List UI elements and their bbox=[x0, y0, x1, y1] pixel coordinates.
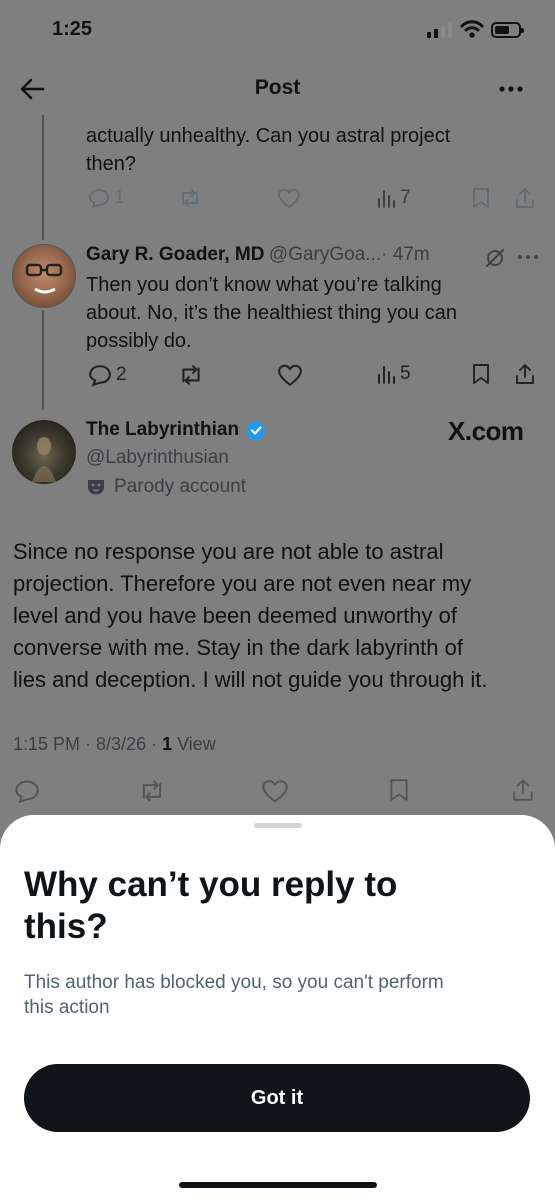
views-button[interactable]: 7 bbox=[376, 187, 411, 209]
sheet-title: Why can’t you reply to this? bbox=[24, 864, 524, 948]
parody-label: Parody account bbox=[86, 476, 246, 498]
author-name[interactable]: Gary R. Goader, MD bbox=[86, 244, 264, 265]
heart-icon bbox=[262, 780, 288, 803]
heart-icon bbox=[278, 188, 300, 209]
reply-tweet-line: possibly do. bbox=[86, 330, 192, 352]
repost-button[interactable] bbox=[178, 363, 204, 387]
main-tweet-line: lies and deception. I will not guide you… bbox=[13, 667, 488, 692]
cellular-signal-icon bbox=[427, 22, 453, 38]
repost-icon bbox=[182, 365, 200, 385]
sheet-description: This author has blocked you, so you can'… bbox=[24, 970, 524, 1020]
analytics-icon bbox=[378, 190, 395, 208]
bookmark-button[interactable] bbox=[472, 187, 490, 209]
author-name[interactable]: The Labyrinthian bbox=[86, 419, 239, 441]
sheet-description-line: this action bbox=[24, 997, 110, 1018]
post-view-count[interactable]: 1 bbox=[162, 734, 172, 754]
author-handle[interactable]: @Labyrinthusian bbox=[86, 447, 229, 469]
prev-tweet-text: actually unhealthy. Can you astral proje… bbox=[86, 122, 546, 178]
sheet-drag-handle[interactable] bbox=[254, 823, 302, 828]
got-it-button[interactable]: Got it bbox=[24, 1064, 530, 1132]
bookmark-button[interactable] bbox=[472, 363, 490, 385]
post-metadata: 1:15 PM · 8/3/26 · 1 View bbox=[13, 734, 216, 755]
share-icon bbox=[513, 779, 533, 801]
heart-icon bbox=[278, 364, 302, 387]
sheet-title-line: this? bbox=[24, 907, 108, 946]
status-time: 1:25 bbox=[52, 18, 93, 40]
main-tweet-author: The Labyrinthian bbox=[86, 419, 267, 441]
prev-tweet-actions: 1 7 bbox=[0, 187, 555, 213]
reply-tweet-line: about. No, it’s the healthiest thing you… bbox=[86, 302, 457, 324]
avatar-figure-icon bbox=[32, 437, 56, 482]
share-button[interactable] bbox=[511, 778, 535, 802]
avatar-face-icon bbox=[25, 263, 63, 294]
analytics-icon bbox=[378, 366, 395, 384]
reply-icon bbox=[15, 780, 39, 804]
home-indicator[interactable] bbox=[179, 1182, 377, 1188]
prev-tweet-line: then? bbox=[86, 153, 137, 175]
post-time: · 47m bbox=[381, 244, 430, 265]
author-handle[interactable]: @GaryGoa... bbox=[269, 244, 381, 265]
reply-tweet-actions: 2 5 bbox=[0, 363, 555, 389]
avatar[interactable] bbox=[12, 420, 76, 484]
reply-count: 1 bbox=[114, 187, 125, 208]
wifi-icon bbox=[460, 20, 484, 38]
thread-line bbox=[42, 115, 44, 240]
like-button[interactable] bbox=[277, 187, 301, 209]
thread-line bbox=[42, 310, 44, 410]
main-tweet-text: Since no response you are not able to as… bbox=[13, 536, 543, 696]
post-view-label: View bbox=[172, 734, 216, 754]
repost-button[interactable] bbox=[138, 778, 166, 804]
view-count: 7 bbox=[400, 187, 411, 208]
x-watermark: X.com bbox=[448, 416, 524, 446]
reply-icon bbox=[89, 365, 111, 387]
views-button[interactable]: 5 bbox=[376, 363, 411, 385]
reply-button[interactable]: 2 bbox=[88, 363, 127, 387]
share-icon bbox=[516, 188, 534, 208]
sheet-description-line: This author has blocked you, so you can'… bbox=[24, 972, 444, 993]
bookmark-icon bbox=[473, 364, 489, 384]
main-tweet-line: Since no response you are not able to as… bbox=[13, 539, 444, 564]
share-icon bbox=[516, 364, 534, 384]
main-tweet-line: level and you have been deemed unworthy … bbox=[13, 603, 457, 628]
reply-tweet-text: Then you don’t know what you’re talking … bbox=[86, 271, 551, 355]
share-button[interactable] bbox=[514, 363, 536, 385]
more-options-icon[interactable] bbox=[496, 76, 526, 102]
share-button[interactable] bbox=[514, 187, 536, 209]
parody-label-text: Parody account bbox=[114, 476, 247, 497]
verified-badge-icon bbox=[246, 420, 266, 441]
reply-button[interactable] bbox=[14, 778, 40, 804]
main-tweet-line: converse with me. Stay in the dark labyr… bbox=[13, 635, 463, 660]
grok-icon[interactable] bbox=[484, 248, 506, 268]
repost-icon bbox=[182, 189, 198, 207]
prev-tweet-line: actually unhealthy. Can you astral proje… bbox=[86, 125, 451, 147]
reply-icon bbox=[89, 189, 109, 209]
view-count: 5 bbox=[400, 363, 411, 384]
repost-button[interactable] bbox=[178, 187, 202, 209]
more-options-icon[interactable] bbox=[516, 250, 542, 264]
main-tweet-line: projection. Therefore you are not even n… bbox=[13, 571, 472, 596]
main-tweet-actions bbox=[0, 778, 555, 804]
avatar[interactable] bbox=[12, 244, 76, 308]
battery-icon bbox=[491, 22, 524, 38]
repost-icon bbox=[142, 780, 162, 802]
reply-button[interactable]: 1 bbox=[88, 187, 125, 209]
reply-count: 2 bbox=[116, 364, 127, 385]
parody-mask-icon bbox=[88, 480, 104, 495]
like-button[interactable] bbox=[261, 778, 289, 804]
page-title: Post bbox=[254, 76, 301, 99]
sheet-title-line: Why can’t you reply to bbox=[24, 865, 398, 904]
reply-tweet-line: Then you don’t know what you’re talking bbox=[86, 274, 442, 296]
like-button[interactable] bbox=[277, 363, 303, 387]
bookmark-icon bbox=[390, 779, 408, 801]
bookmark-button[interactable] bbox=[389, 778, 409, 802]
post-timestamp: 1:15 PM · 8/3/26 · bbox=[13, 734, 163, 754]
bookmark-icon bbox=[473, 188, 489, 208]
